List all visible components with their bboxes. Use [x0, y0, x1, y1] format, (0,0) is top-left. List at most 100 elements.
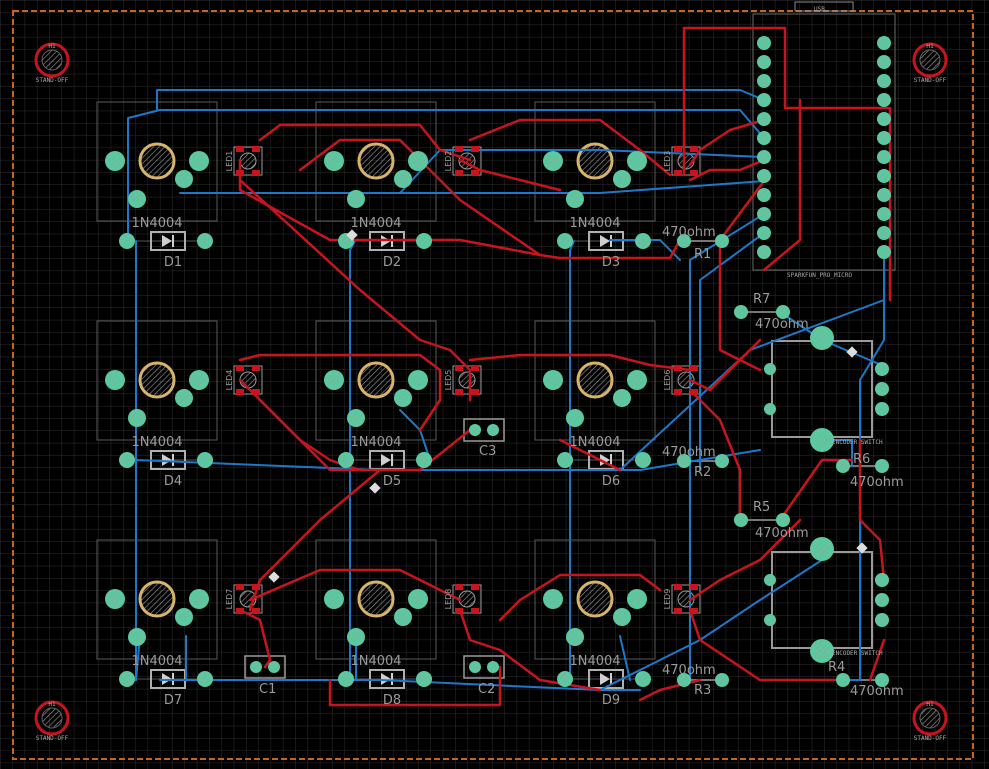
- encoder-mount-top-1-hole: [814, 330, 830, 346]
- led-pad-1-1[interactable]: [252, 146, 260, 152]
- led-pad-3-0[interactable]: [674, 146, 682, 152]
- led-ref-6: LED6: [663, 370, 672, 391]
- switch-pad-c-5-hole: [397, 392, 409, 404]
- standoff-hole-1: [41, 49, 63, 71]
- led-pad-8-2[interactable]: [455, 608, 463, 614]
- resistor-value-2: 470ohm: [662, 445, 716, 460]
- mcu-left-pin-7-hole: [759, 152, 769, 162]
- led-pad-2-2[interactable]: [455, 170, 463, 176]
- diode-pad-b-7-hole: [200, 674, 210, 684]
- diode-value-3: 1N4004: [569, 216, 620, 231]
- led-pad-4-0[interactable]: [236, 365, 244, 371]
- hole-label-1: H1: [48, 43, 56, 50]
- standoff-hole-2: [919, 49, 941, 71]
- led-pad-8-0[interactable]: [455, 584, 463, 590]
- led-pad-7-2[interactable]: [236, 608, 244, 614]
- diode-pad-b-4-hole: [200, 455, 210, 465]
- switch-pad-b-5-hole: [412, 374, 424, 386]
- led-pad-8-1[interactable]: [471, 584, 479, 590]
- mcu-left-pin-6-hole: [759, 133, 769, 143]
- resistor-ref-5: R5: [753, 500, 770, 515]
- led-pad-5-2[interactable]: [455, 389, 463, 395]
- switch-pad-c-2-hole: [397, 173, 409, 185]
- led-pad-1-2[interactable]: [236, 170, 244, 176]
- led-pad-6-3[interactable]: [690, 389, 698, 395]
- switch-pad-c-1-hole: [178, 173, 190, 185]
- mcu-right-pin-10-hole: [879, 209, 889, 219]
- led-lens-4: [239, 371, 257, 389]
- diode-pad-a-1-hole: [122, 236, 132, 246]
- encoder-mount-bottom-2-hole: [814, 643, 830, 659]
- capacitor-ref-3: C3: [479, 444, 496, 459]
- led-pad-6-0[interactable]: [674, 365, 682, 371]
- switch-pad-b-6-hole: [631, 374, 643, 386]
- led-pad-1-0[interactable]: [236, 146, 244, 152]
- resistor-value-1: 470ohm: [662, 225, 716, 240]
- led-pad-9-1[interactable]: [690, 584, 698, 590]
- led-pad-2-3[interactable]: [471, 170, 479, 176]
- diode-pad-b-6-hole: [638, 455, 648, 465]
- encoder-mount-bottom-1-hole: [814, 432, 830, 448]
- pcb-layout-view[interactable]: USB SPARKFUN_PRO_MICRO 1N4004 D1 LED1 1N400…: [0, 0, 989, 769]
- led-lens-8: [458, 590, 476, 608]
- diode-value-7: 1N4004: [131, 654, 182, 669]
- resistor-ref-2: R2: [694, 465, 711, 480]
- led-pad-4-3[interactable]: [252, 389, 260, 395]
- mcu-left-pin-11-hole: [759, 228, 769, 238]
- switch-center-6: [576, 361, 614, 399]
- switch-center-9: [576, 580, 614, 618]
- led-pad-3-3[interactable]: [690, 170, 698, 176]
- led-pad-9-3[interactable]: [690, 608, 698, 614]
- switch-pad-c-4-hole: [178, 392, 190, 404]
- led-pad-3-1[interactable]: [690, 146, 698, 152]
- led-pad-5-3[interactable]: [471, 389, 479, 395]
- diode-value-2: 1N4004: [350, 216, 401, 231]
- led-pad-7-1[interactable]: [252, 584, 260, 590]
- led-pad-2-0[interactable]: [455, 146, 463, 152]
- led-pad-5-0[interactable]: [455, 365, 463, 371]
- mcu-right-pin-12-hole: [879, 247, 889, 257]
- diode-ref-2: D2: [383, 255, 401, 270]
- resistor-pad-a-6-hole: [838, 461, 848, 471]
- switch-pad-b-8-hole: [412, 593, 424, 605]
- capacitor-pad-a-1-hole: [252, 663, 260, 671]
- encoder-pad-r1-1-hole: [877, 364, 887, 374]
- switch-pad-b-9-hole: [631, 593, 643, 605]
- led-pad-8-3[interactable]: [471, 608, 479, 614]
- led-ref-7: LED7: [225, 589, 234, 610]
- mcu-right-pin-2-hole: [879, 57, 889, 67]
- led-pad-6-2[interactable]: [674, 389, 682, 395]
- encoder-pad-l2-1-hole: [766, 405, 774, 413]
- diode-ref-6: D6: [602, 474, 620, 489]
- switch-pad-c-6-hole: [616, 392, 628, 404]
- diode-pad-a-5-hole: [341, 455, 351, 465]
- mcu-right-pin-11-hole: [879, 228, 889, 238]
- mcu-right-pin-6-hole: [879, 133, 889, 143]
- diode-value-6: 1N4004: [569, 435, 620, 450]
- diode-ref-4: D4: [164, 474, 182, 489]
- led-pad-4-2[interactable]: [236, 389, 244, 395]
- led-pad-3-2[interactable]: [674, 170, 682, 176]
- led-pad-4-1[interactable]: [252, 365, 260, 371]
- switch-pad-a-6-hole: [547, 374, 559, 386]
- led-pad-5-1[interactable]: [471, 365, 479, 371]
- led-lens-1: [239, 152, 257, 170]
- capacitor-pad-a-3-hole: [471, 426, 479, 434]
- diode-pad-a-8-hole: [341, 674, 351, 684]
- diode-pad-a-4-hole: [122, 455, 132, 465]
- resistor-pad-b-6-hole: [877, 461, 887, 471]
- pro-micro-label: SPARKFUN_PRO_MICRO: [787, 272, 852, 279]
- switch-pad-d-7-hole: [131, 631, 143, 643]
- led-pad-6-1[interactable]: [690, 365, 698, 371]
- switch-pad-d-8-hole: [350, 631, 362, 643]
- switch-pad-d-2-hole: [350, 193, 362, 205]
- switch-center-5: [357, 361, 395, 399]
- led-pad-2-1[interactable]: [471, 146, 479, 152]
- led-pad-7-0[interactable]: [236, 584, 244, 590]
- encoder-pad-r2-2-hole: [877, 595, 887, 605]
- led-pad-9-2[interactable]: [674, 608, 682, 614]
- led-pad-7-3[interactable]: [252, 608, 260, 614]
- diode-pad-a-3-hole: [560, 236, 570, 246]
- led-pad-9-0[interactable]: [674, 584, 682, 590]
- led-pad-1-3[interactable]: [252, 170, 260, 176]
